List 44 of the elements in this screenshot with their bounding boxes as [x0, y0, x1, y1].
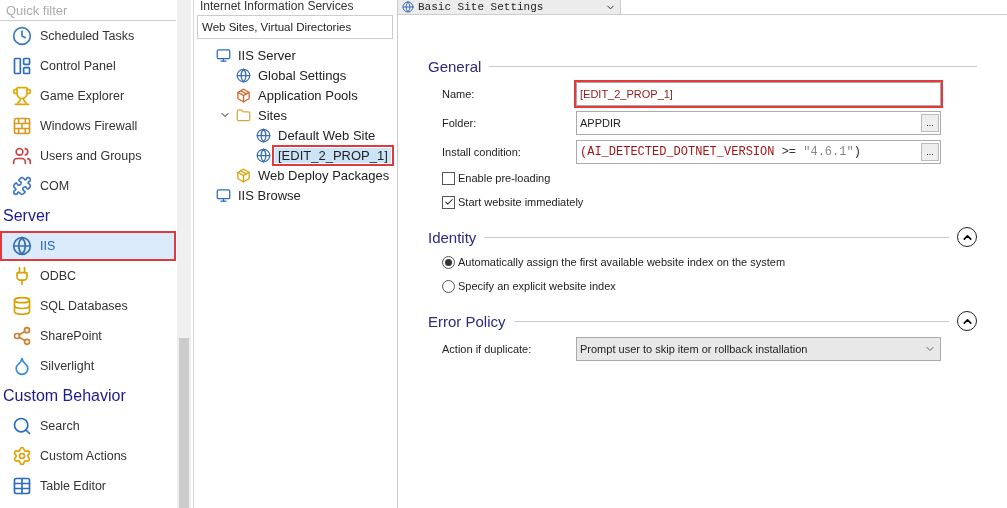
sidebar-item[interactable]: Control Panel	[0, 51, 176, 81]
section-title: Error Policy	[428, 312, 506, 330]
list-header: Web Sites, Virtual Directories	[197, 15, 393, 39]
tree-item[interactable]: IIS Server	[235, 47, 299, 63]
field-label: Install condition:	[442, 145, 522, 158]
section-title: General	[428, 57, 482, 75]
sidebar-item[interactable]: ODBC	[0, 261, 176, 291]
sidebar-item[interactable]: Users and Groups	[0, 141, 176, 171]
section-header: Server	[2, 206, 52, 226]
browse-button[interactable]: ...	[921, 113, 939, 132]
section-title: Identity	[428, 228, 477, 246]
tree-item[interactable]: Global Settings	[255, 67, 350, 83]
sidebar-item[interactable]: SharePoint	[0, 321, 176, 351]
tree-item[interactable]: IIS Browse	[235, 187, 304, 203]
dropdown[interactable]: Prompt user to skip item or rollback installation	[576, 336, 941, 361]
text-field[interactable]: APPDIR ...	[576, 110, 941, 135]
checkbox-label: Start website immediately	[458, 196, 584, 208]
sidebar-item[interactable]: Search	[0, 411, 176, 441]
radio-label: Automatically assign the first available website index on the system	[458, 256, 786, 268]
checkbox-label: Enable pre-loading	[458, 172, 551, 184]
field-label: Folder:	[442, 116, 478, 129]
field-label: Action if duplicate:	[442, 342, 533, 355]
sidebar-item[interactable]: Custom Actions	[0, 441, 176, 471]
sidebar-item[interactable]: Silverlight	[0, 351, 176, 381]
section-header: Custom Behavior	[2, 386, 127, 406]
sidebar-item[interactable]: Table Editor	[0, 471, 176, 501]
page-selector[interactable]: Basic Site Settings	[398, 0, 621, 14]
tree-item[interactable]: Application Pools	[255, 87, 361, 103]
tree-item[interactable]: Web Deploy Packages	[255, 167, 393, 183]
tree-item[interactable]: Sites	[255, 107, 290, 123]
text-field[interactable]: [EDIT_2_PROP_1]	[576, 81, 941, 106]
tree-item[interactable]: Default Web Site	[275, 127, 379, 143]
sidebar-item[interactable]: SQL Databases	[0, 291, 176, 321]
sidebar-item[interactable]: Game Explorer	[0, 81, 176, 111]
radio-label: Specify an explicit website index	[458, 280, 616, 292]
pane-title: Internet Information Services	[199, 0, 355, 12]
sidebar-item[interactable]: IIS	[0, 231, 176, 261]
tree-item[interactable]: [EDIT_2_PROP_1]	[275, 147, 391, 163]
field-label: Name:	[442, 87, 476, 100]
sidebar-item[interactable]: Windows Firewall	[0, 111, 176, 141]
browse-button[interactable]: ...	[921, 142, 939, 161]
sidebar-item[interactable]: Scheduled Tasks	[0, 21, 176, 51]
sidebar-item[interactable]: COM	[0, 171, 176, 201]
condition-field[interactable]: (AI_DETECTED_DOTNET_VERSION >= "4.6.1") ...	[576, 139, 941, 164]
